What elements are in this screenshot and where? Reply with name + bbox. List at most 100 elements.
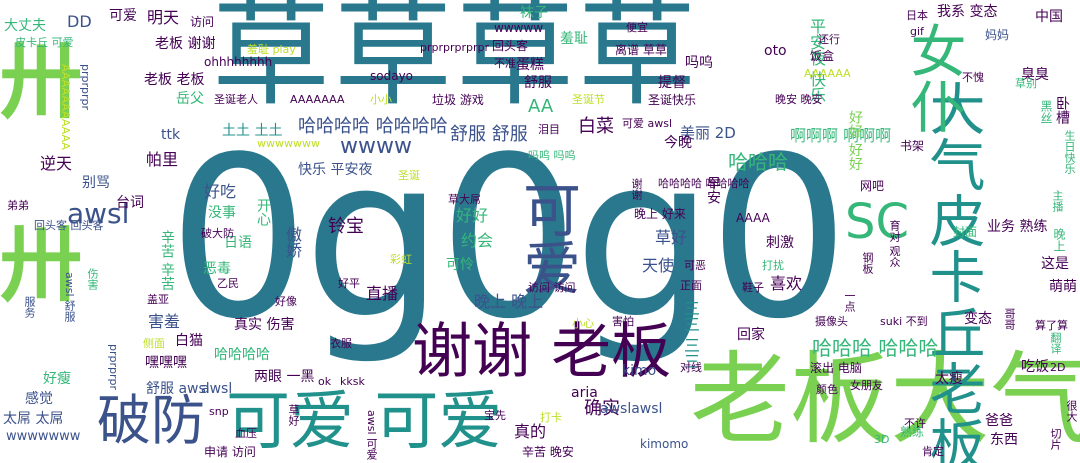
- cloud-word-xiaoxin: 小心: [572, 317, 594, 330]
- cloud-word-nvpu: 女仆: [901, 22, 966, 134]
- cloud-word-huitouke2: 回头客 回头客: [34, 219, 104, 232]
- cloud-word-hahaha-2: 哈哈哈哈 哈哈哈哈: [298, 116, 448, 137]
- cloud-word-yewu: 业务 熟练: [987, 219, 1048, 235]
- cloud-word-wanan: 晚安 晚安: [775, 93, 823, 106]
- cloud-word-ciji: 刺激: [766, 235, 794, 251]
- cloud-word-xihuan: 喜欢: [770, 274, 803, 293]
- cloud-word-heihei: 嘿嘿嘿: [145, 355, 187, 371]
- cloud-word-mingwu: 吗呜: [685, 55, 713, 71]
- cloud-word-wwwww: wwwww: [494, 21, 544, 35]
- cloud-word-yimin: 乙民: [217, 277, 239, 290]
- cloud-word-pali: 帕里: [146, 150, 179, 169]
- cloud-word-kimo: kimo: [622, 363, 657, 379]
- cloud-word-chifan: 吃饭: [1021, 359, 1049, 375]
- cloud-word-dd: DD: [67, 12, 92, 31]
- cloud-word-sodayo: sodayo: [370, 69, 414, 83]
- cloud-word-didi: 弟弟: [7, 199, 29, 212]
- cloud-word-xiuchi: 羞耻: [560, 31, 588, 47]
- cloud-word-bukui: 不愧: [962, 71, 984, 84]
- cloud-word-yanse: 颜色: [816, 383, 838, 396]
- cloud-word-shengdanjie: 圣诞节: [572, 93, 605, 106]
- cloud-word-hahaha-5: 哈哈哈哈 哈哈哈哈: [658, 177, 750, 190]
- cloud-word-dongxi: 东西: [990, 432, 1018, 448]
- cloud-word-xinku: 辛苦 辛苦: [159, 230, 175, 291]
- cloud-word-gaiya: 盖亚: [147, 293, 169, 306]
- cloud-word-huitouke: 回头客: [492, 39, 529, 53]
- cloud-word-aojiao: 傲娇: [283, 226, 302, 258]
- cloud-word-hen-da: 很大: [1065, 400, 1078, 422]
- cloud-word-mingwu-2: 吗呜 吗呜: [528, 149, 576, 162]
- cloud-word-suki: suki 不到: [880, 315, 928, 328]
- cloud-word-duixian: 对线: [680, 361, 702, 374]
- cloud-word-shenqing: 申请 访问: [204, 445, 256, 459]
- cloud-word-daka: 打卡: [540, 411, 562, 424]
- cloud-word-haoshou: 好瘦: [43, 371, 71, 387]
- cloud-word-xinku-wanan: 辛苦 晚安: [522, 445, 574, 459]
- cloud-word-lingbao: 铃宝: [328, 216, 364, 237]
- cloud-word-leimu: 泪目: [538, 123, 560, 136]
- cloud-word-2d: 2D: [1050, 361, 1066, 374]
- cloud-word-shengdan-kuaile: 圣诞快乐: [648, 93, 697, 107]
- cloud-word-sansan: 三三 三三: [681, 300, 700, 370]
- cloud-word-shufu-2: 舒服: [524, 75, 552, 91]
- cloud-word-caohao2: 草好: [287, 404, 300, 426]
- cloud-word-yuehui: 约会: [461, 231, 494, 250]
- cloud-word-kimomo: kimomo: [640, 437, 689, 451]
- cloud-word-laoban-xiexie: 老板 谢谢: [155, 36, 216, 52]
- cloud-word-fangwen2: 访问 访问: [528, 281, 576, 294]
- cloud-word-podafang: 破大防: [201, 227, 234, 240]
- cloud-word-fanyi: 翻译: [1049, 332, 1062, 354]
- cloud-word-gege: 哥哥: [1003, 308, 1016, 330]
- cloud-word-awsl-sm: awsl: [201, 381, 233, 397]
- cloud-word-taishou: 太瘦: [935, 371, 963, 387]
- cloud-word-aaaaaa: AAAAAA: [804, 67, 851, 80]
- cloud-word-liangyan: 两眼 一黑: [254, 369, 315, 385]
- cloud-word-gangban: 钢板: [861, 252, 874, 274]
- cloud-word-baoxian: 宝先: [484, 409, 506, 422]
- cloud-word-oto: oto: [764, 43, 787, 59]
- cloud-word-pofang: 破防: [97, 389, 205, 452]
- cloud-word-yidian: 一点: [843, 290, 856, 312]
- cloud-word-kending: 肯定: [922, 445, 944, 458]
- cloud-word-mingtian: 明天: [147, 8, 180, 27]
- cloud-word-kuaile-pinganye: 快乐 平安夜: [298, 162, 373, 178]
- word-cloud: 0g0g0 草草草草 老板大气 谢谢 老板 可爱 可爱 破防 大气皮卡丘老板 女…: [0, 0, 1080, 463]
- cloud-word-jinwan: 今晚: [664, 135, 692, 151]
- cloud-word-caobie: 草别: [1015, 77, 1037, 90]
- cloud-word-zhongguo: 中国: [1035, 9, 1063, 25]
- cloud-word-aaaaaaa: AAAAAAA: [290, 93, 345, 106]
- cloud-word-aria: aria: [571, 385, 598, 401]
- cloud-word-yudui: 育对 观众: [888, 220, 901, 268]
- cloud-word-laoban-laoban: 老板 老板: [144, 72, 205, 88]
- cloud-word-lipu: 离谱 草草: [615, 43, 667, 57]
- cloud-word-caodadiao: 草大屌: [448, 193, 481, 206]
- cloud-word-haochi: 好吃: [204, 182, 237, 201]
- cloud-word-kewu: 可恶: [684, 259, 706, 272]
- cloud-word-laji: 垃圾 游戏: [432, 93, 484, 107]
- cloud-word-caohao: 草好: [655, 228, 688, 247]
- cloud-word-mengmeng: 萌萌: [1049, 279, 1077, 295]
- cloud-word-xiuchi-play: 羞耻 play: [247, 43, 296, 56]
- cloud-word-prprprpr-2: prprprpr: [107, 344, 120, 391]
- cloud-word-zhubo: 主播: [1051, 190, 1064, 212]
- cloud-word-haohao-v: 好好 好好: [847, 110, 863, 171]
- cloud-word-xueya: 血压: [235, 427, 257, 440]
- cloud-word-kaixin: 开心: [255, 198, 271, 226]
- cloud-word-wanshang-sm: 晚上: [1052, 228, 1066, 252]
- cloud-word-xiexie-sm: 谢谢: [630, 178, 643, 200]
- cloud-word-shengdan: 圣诞: [398, 169, 420, 182]
- cloud-word-aaaa: AAAA: [736, 211, 770, 225]
- cloud-word-woxi: 我系 变态: [937, 4, 998, 20]
- cloud-word-zaoan: 早安: [705, 176, 721, 204]
- cloud-word-shujia: 书架: [900, 139, 925, 153]
- cloud-word-kelian: 可怜: [446, 257, 474, 273]
- cloud-word-pikaqiu-keai: 皮卡丘 可爱: [15, 36, 74, 49]
- cloud-word-wazi: 袜子: [520, 5, 548, 21]
- cloud-word-xiezi: 鞋子: [742, 281, 764, 294]
- cloud-word-awsl-keai: awsl 可爱: [365, 410, 378, 461]
- cloud-word-daqi-pikaqiu: 大气皮卡丘老板: [920, 80, 985, 463]
- cloud-word-baimao: 白猫: [175, 333, 203, 349]
- cloud-word-tutu: 土土 土土: [222, 123, 283, 139]
- cloud-word-heisi: 黑丝: [1039, 100, 1053, 124]
- cloud-word-biantai: 变态: [964, 311, 992, 327]
